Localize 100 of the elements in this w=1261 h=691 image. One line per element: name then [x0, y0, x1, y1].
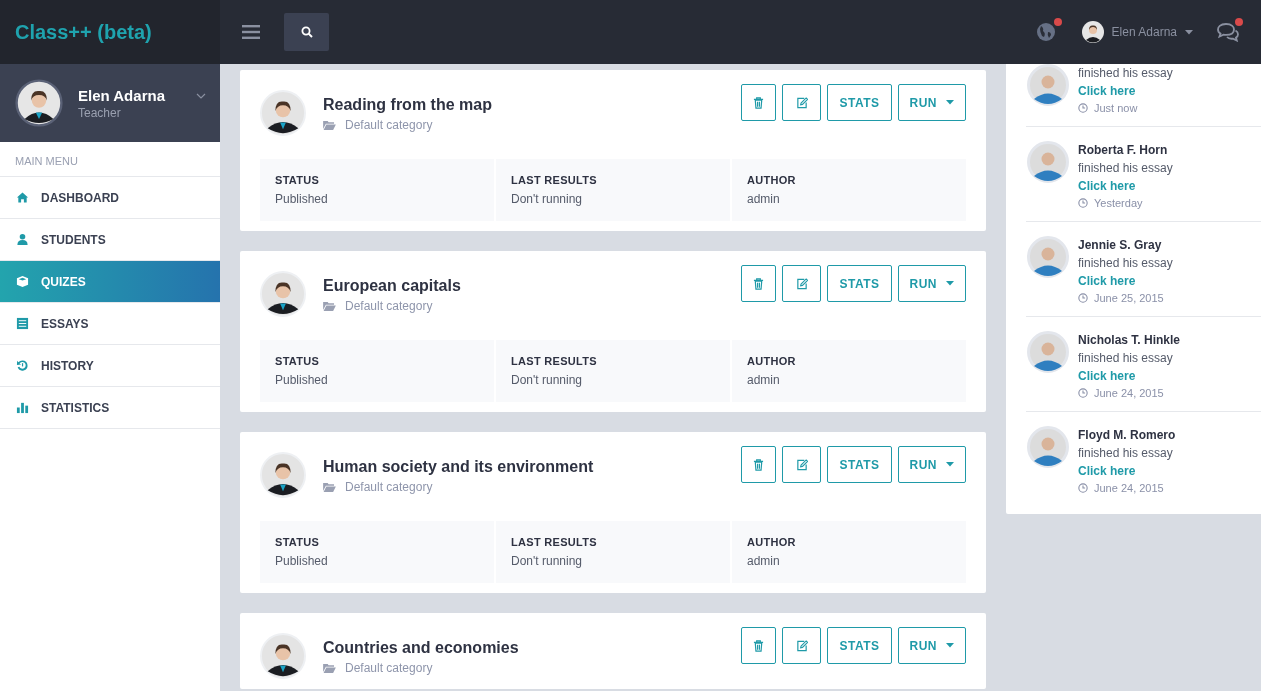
- menu-icon[interactable]: [242, 25, 260, 39]
- activity-text: finished his essay Click here: [1078, 445, 1174, 480]
- clock-icon: [1078, 293, 1088, 303]
- folder-icon: [323, 663, 336, 673]
- field-label: STATUS: [275, 536, 321, 548]
- clock-icon: [1078, 483, 1088, 493]
- clock-icon: [1078, 103, 1088, 113]
- edit-button[interactable]: [782, 265, 822, 302]
- bars-icon: [16, 401, 29, 414]
- menu-item[interactable]: STATISTICS: [0, 387, 220, 429]
- field-label: STATUS: [275, 355, 321, 367]
- history-icon: [16, 359, 29, 372]
- trash-icon: [753, 458, 765, 471]
- quiz-title[interactable]: Countries and economies: [323, 639, 742, 657]
- quiz-category: Default category: [345, 118, 433, 132]
- run-button[interactable]: RUN: [897, 84, 966, 121]
- activity-text: finished his essay Click here: [1078, 65, 1174, 100]
- folder-icon: [323, 301, 336, 311]
- activity-time: Yesterday: [1094, 197, 1143, 209]
- avatar: [1027, 236, 1069, 278]
- field-value: admin: [747, 192, 781, 206]
- user-icon: [16, 233, 29, 246]
- field-value: Published: [275, 554, 329, 568]
- delete-button[interactable]: [741, 265, 777, 302]
- student-name: Floyd M. Romero: [1078, 427, 1177, 444]
- activity-time: Just now: [1094, 102, 1138, 114]
- delete-button[interactable]: [741, 84, 777, 121]
- folder-icon: [323, 120, 336, 130]
- home-icon: [16, 191, 29, 204]
- field-label: LAST RESULTS: [511, 174, 598, 186]
- pencil-icon: [795, 277, 808, 290]
- edit-button[interactable]: [782, 84, 822, 121]
- delete-button[interactable]: [741, 446, 777, 483]
- activity-time: June 25, 2015: [1094, 292, 1164, 304]
- student-name: Roberta F. Horn: [1078, 142, 1169, 159]
- field-value: Don't running: [511, 554, 583, 568]
- menu-item[interactable]: QUIZES: [0, 261, 220, 303]
- search-icon: [300, 26, 313, 38]
- menu-heading: MAIN MENU: [0, 142, 220, 177]
- user-name: Elen Adarna: [78, 86, 166, 104]
- student-name: Jennie S. Gray: [1078, 237, 1163, 254]
- trash-icon: [753, 96, 765, 109]
- pencil-icon: [795, 96, 808, 109]
- search-button[interactable]: [284, 13, 329, 51]
- folder-icon: [323, 482, 336, 492]
- quiz-title[interactable]: Human society and its environment: [323, 458, 742, 476]
- stats-button[interactable]: STATS: [827, 446, 892, 483]
- avatar: [260, 633, 306, 679]
- quiz-category: Default category: [345, 299, 433, 313]
- chevron-icon[interactable]: [196, 93, 206, 99]
- menu-item[interactable]: DASHBOARD: [0, 177, 220, 219]
- caret-icon: [1185, 29, 1193, 35]
- activity-time: June 24, 2015: [1094, 387, 1164, 399]
- field-label: AUTHOR: [747, 536, 797, 548]
- edit-button[interactable]: [782, 627, 822, 664]
- field-label: AUTHOR: [747, 174, 797, 186]
- field-value: Published: [275, 373, 329, 387]
- quiz-category: Default category: [345, 480, 433, 494]
- activity-text: finished his essay Click here: [1078, 160, 1174, 195]
- activity-text: finished his essay Click here: [1078, 255, 1174, 290]
- avatar: [15, 79, 63, 127]
- field-label: LAST RESULTS: [511, 355, 598, 367]
- menu-item[interactable]: HISTORY: [0, 345, 220, 387]
- avatar: [260, 271, 306, 317]
- essay-link[interactable]: Click here: [1078, 179, 1136, 193]
- caret-icon: [946, 100, 954, 105]
- trash-icon: [753, 639, 765, 652]
- avatar: [1027, 64, 1069, 106]
- avatar: [1081, 21, 1104, 43]
- stats-button[interactable]: STATS: [827, 627, 892, 664]
- user-menu[interactable]: Elen Adarna: [1081, 21, 1193, 43]
- quiz-category: Default category: [345, 661, 433, 675]
- essay-link[interactable]: Click here: [1078, 464, 1136, 478]
- activity-text: finished his essay Click here: [1078, 350, 1174, 385]
- field-label: AUTHOR: [747, 355, 797, 367]
- field-value: Don't running: [511, 373, 583, 387]
- essay-link[interactable]: Click here: [1078, 84, 1136, 98]
- delete-button[interactable]: [741, 627, 777, 664]
- avatar: [1027, 331, 1069, 373]
- field-label: LAST RESULTS: [511, 536, 598, 548]
- activity-time: June 24, 2015: [1094, 482, 1164, 494]
- essay-link[interactable]: Click here: [1078, 369, 1136, 383]
- field-value: admin: [747, 373, 781, 387]
- field-value: Published: [275, 192, 329, 206]
- stats-button[interactable]: STATS: [827, 84, 892, 121]
- essay-link[interactable]: Click here: [1078, 274, 1136, 288]
- menu-item[interactable]: ESSAYS: [0, 303, 220, 345]
- edit-button[interactable]: [782, 446, 822, 483]
- avatar: [260, 90, 306, 136]
- clock-icon: [1078, 388, 1088, 398]
- quiz-title[interactable]: European capitals: [323, 277, 742, 295]
- run-button[interactable]: RUN: [897, 446, 966, 483]
- pencil-icon: [795, 639, 808, 652]
- run-button[interactable]: RUN: [897, 265, 966, 302]
- quiz-title[interactable]: Reading from the map: [323, 96, 742, 114]
- avatar: [1027, 141, 1069, 183]
- run-button[interactable]: RUN: [897, 627, 966, 664]
- pencil-icon: [795, 458, 808, 471]
- stats-button[interactable]: STATS: [827, 265, 892, 302]
- caret-icon: [946, 462, 954, 467]
